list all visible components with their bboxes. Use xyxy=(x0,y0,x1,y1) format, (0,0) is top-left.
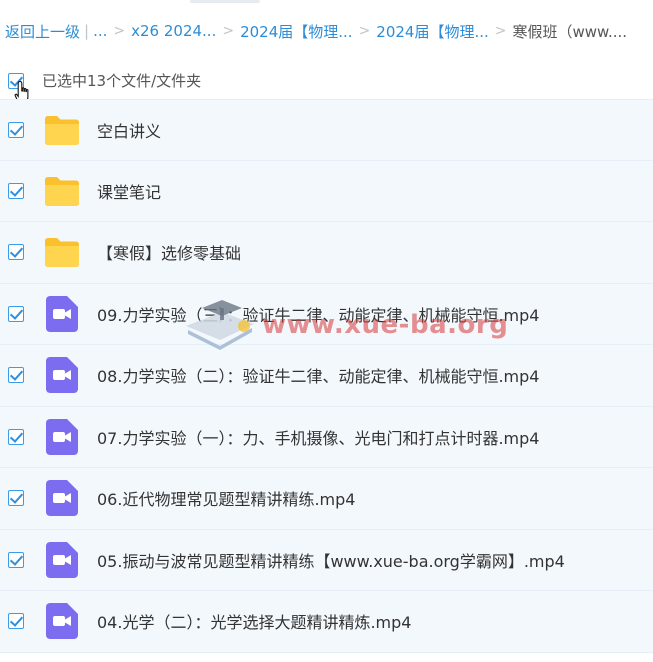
breadcrumb: 返回上一级 | ... > x26 2024... > 2024届【物理... … xyxy=(0,0,653,62)
selection-count-label: 已选中13个文件/文件夹 xyxy=(42,72,202,90)
file-row[interactable]: 09.力学实验（三）：验证牛二律、动能定律、机械能守恒.mp4 xyxy=(0,283,653,345)
file-row[interactable]: 05.振动与波常见题型精讲精练【www.xue-ba.org学霸网】.mp4 xyxy=(0,529,653,591)
video-file-icon xyxy=(42,294,82,334)
breadcrumb-divider: | xyxy=(84,22,90,40)
video-file-icon xyxy=(42,417,82,457)
folder-icon xyxy=(42,232,82,272)
select-all-bar: 已选中13个文件/文件夹 xyxy=(0,62,653,99)
back-link[interactable]: 返回上一级 xyxy=(5,21,80,42)
chevron-right-icon: > xyxy=(222,23,235,39)
file-name[interactable]: 空白讲义 xyxy=(97,118,161,142)
row-checkbox[interactable] xyxy=(8,244,24,261)
file-row[interactable]: 【寒假】选修零基础 xyxy=(0,222,653,284)
breadcrumb-ellipsis[interactable]: ... xyxy=(93,22,107,40)
file-name[interactable]: 07.力学实验（一）：力、手机摄像、光电门和打点计时器.mp4 xyxy=(97,425,539,449)
file-row[interactable]: 课堂笔记 xyxy=(0,160,653,222)
breadcrumb-item[interactable]: 2024届【物理... xyxy=(376,21,488,42)
file-list: 空白讲义课堂笔记【寒假】选修零基础 09.力学实验（三）：验证牛二律、动能定律、机… xyxy=(0,99,653,653)
video-file-icon xyxy=(42,478,82,518)
chevron-right-icon: > xyxy=(494,23,507,39)
breadcrumb-item[interactable]: 2024届【物理... xyxy=(240,21,352,42)
row-checkbox[interactable] xyxy=(8,490,24,507)
file-name[interactable]: 【寒假】选修零基础 xyxy=(97,240,241,264)
file-name[interactable]: 05.振动与波常见题型精讲精练【www.xue-ba.org学霸网】.mp4 xyxy=(97,548,565,572)
file-row[interactable]: 08.力学实验（二）：验证牛二律、动能定律、机械能守恒.mp4 xyxy=(0,345,653,407)
video-file-icon xyxy=(42,540,82,580)
file-name[interactable]: 04.光学（二）：光学选择大题精讲精炼.mp4 xyxy=(97,609,411,633)
file-name[interactable]: 课堂笔记 xyxy=(97,179,161,203)
file-row[interactable]: 空白讲义 xyxy=(0,99,653,161)
video-file-icon xyxy=(42,601,82,641)
breadcrumb-item[interactable]: x26 2024... xyxy=(131,22,216,40)
file-row[interactable]: 07.力学实验（一）：力、手机摄像、光电门和打点计时器.mp4 xyxy=(0,406,653,468)
row-checkbox[interactable] xyxy=(8,367,24,384)
row-checkbox[interactable] xyxy=(8,428,24,445)
row-checkbox[interactable] xyxy=(8,551,24,568)
row-checkbox[interactable] xyxy=(8,613,24,630)
folder-icon xyxy=(42,171,82,211)
file-name[interactable]: 08.力学实验（二）：验证牛二律、动能定律、机械能守恒.mp4 xyxy=(97,363,539,387)
breadcrumb-current: 寒假班（www.... xyxy=(512,22,628,41)
row-checkbox[interactable] xyxy=(8,305,24,322)
file-name[interactable]: 06.近代物理常见题型精讲精练.mp4 xyxy=(97,486,355,510)
folder-icon xyxy=(42,110,82,150)
video-file-icon xyxy=(42,355,82,395)
file-row[interactable]: 04.光学（二）：光学选择大题精讲精炼.mp4 xyxy=(0,591,653,653)
chevron-right-icon: > xyxy=(358,23,371,39)
file-name[interactable]: 09.力学实验（三）：验证牛二律、动能定律、机械能守恒.mp4 xyxy=(97,302,539,326)
chevron-right-icon: > xyxy=(113,23,126,39)
row-checkbox[interactable] xyxy=(8,182,24,199)
file-row[interactable]: 06.近代物理常见题型精讲精练.mp4 xyxy=(0,468,653,530)
row-checkbox[interactable] xyxy=(8,121,24,138)
